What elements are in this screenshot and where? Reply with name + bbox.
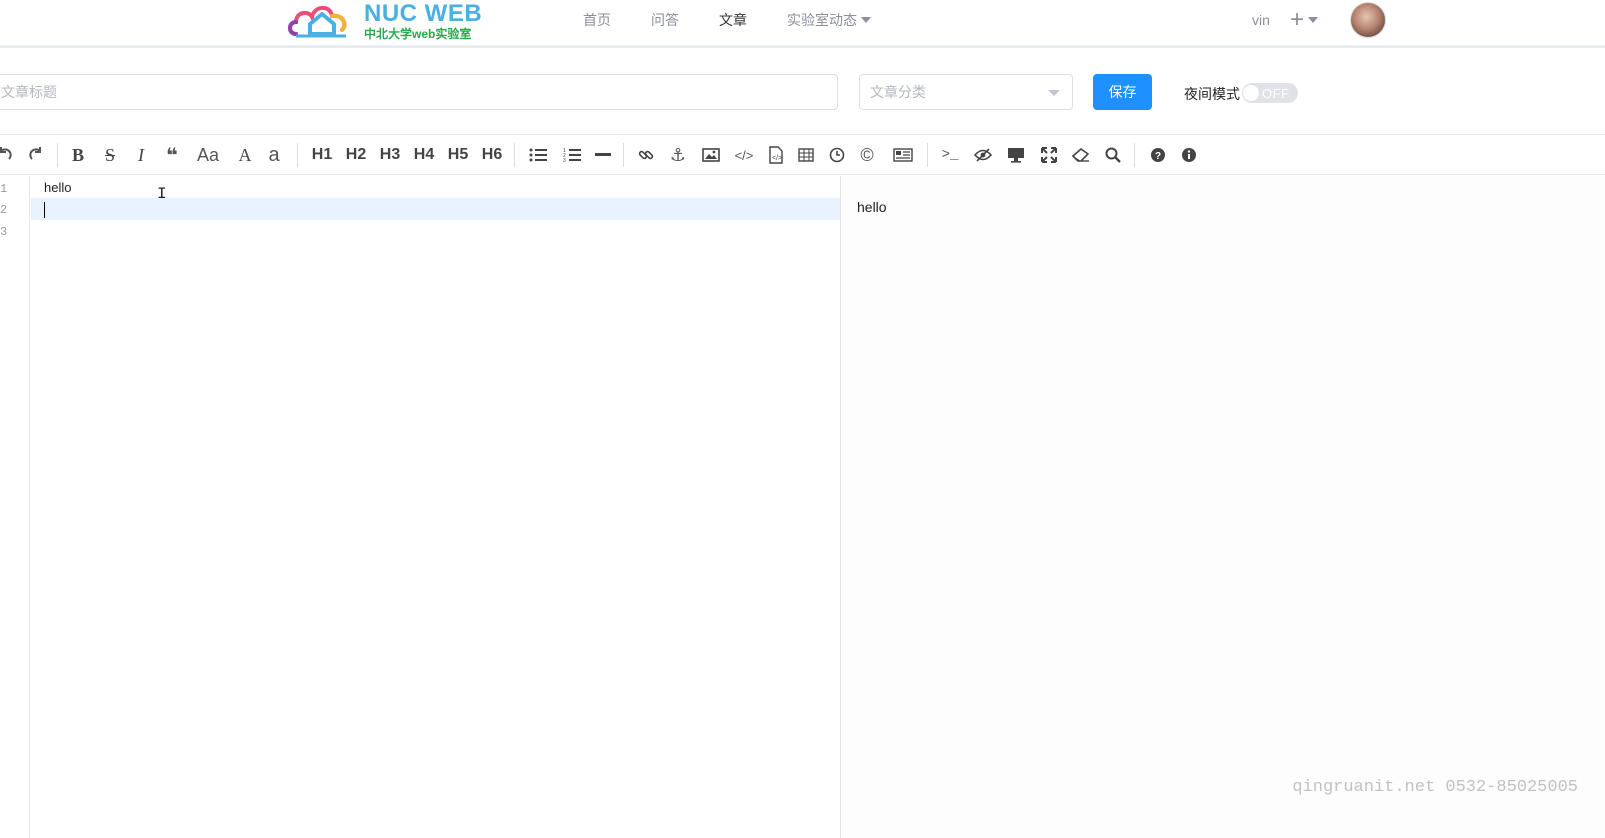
svg-text:3: 3: [563, 158, 566, 163]
top-navbar: NUC WEB 中北大学web实验室 首页 问答 文章 实验室动态 vin +: [0, 0, 1605, 48]
ibeam-cursor-icon: I: [157, 185, 167, 203]
preview-icon[interactable]: [1006, 135, 1026, 175]
info-icon[interactable]: [1180, 135, 1198, 175]
cloud-house-logo-icon: [288, 5, 347, 38]
editor-toolbar: B S I ❝ Aa A a H1 H2 H3 H4 H5 H6 123 ⚓ <…: [0, 135, 1605, 175]
ordered-list-icon[interactable]: 123: [562, 135, 582, 175]
chevron-down-icon: [1308, 17, 1319, 23]
markdown-preview-pane: hello qingruanit.net 0532-85025005: [841, 176, 1605, 838]
line-number-gutter: 1 2 3: [0, 176, 30, 838]
watermark-text: qingruanit.net 0532-85025005: [1292, 778, 1578, 797]
site-logo[interactable]: NUC WEB 中北大学web实验室: [286, 0, 482, 42]
active-line-highlight: [31, 198, 840, 220]
code-line-1[interactable]: hello: [44, 180, 71, 195]
strikethrough-icon[interactable]: S: [100, 135, 120, 175]
heading-2-button[interactable]: H2: [344, 135, 368, 175]
heading-6-button[interactable]: H6: [480, 135, 504, 175]
category-select-placeholder: 文章分类: [870, 84, 926, 100]
toolbar-divider: [927, 143, 928, 167]
heading-5-button[interactable]: H5: [446, 135, 470, 175]
night-mode-label: 夜间模式: [1184, 86, 1240, 102]
main-nav: 首页 问答 文章 实验室动态: [583, 0, 911, 40]
add-menu-button[interactable]: +: [1290, 6, 1319, 33]
inline-code-icon[interactable]: </>: [734, 135, 754, 175]
night-mode-toggle[interactable]: OFF: [1242, 83, 1298, 103]
avatar[interactable]: [1350, 2, 1386, 38]
text-cursor: [44, 202, 45, 218]
html-entities-icon[interactable]: ©: [858, 135, 876, 175]
user-name[interactable]: vin: [1252, 12, 1270, 28]
lowercase-icon[interactable]: a: [266, 135, 282, 175]
article-category-select[interactable]: 文章分类: [859, 74, 1073, 110]
undo-icon[interactable]: [0, 135, 14, 175]
markdown-editor: B S I ❝ Aa A a H1 H2 H3 H4 H5 H6 123 ⚓ <…: [0, 134, 1605, 838]
search-icon[interactable]: [1104, 135, 1122, 175]
bold-icon[interactable]: B: [68, 135, 88, 175]
nav-item-home[interactable]: 首页: [583, 10, 611, 30]
preview-paragraph: hello: [857, 199, 887, 215]
svg-text:?: ?: [1155, 151, 1161, 162]
watch-toggle-icon[interactable]: [973, 135, 993, 175]
nav-item-qa[interactable]: 问答: [651, 10, 679, 30]
image-icon[interactable]: [701, 135, 721, 175]
datetime-icon[interactable]: [828, 135, 846, 175]
nav-item-articles[interactable]: 文章: [719, 10, 747, 30]
uppercase-icon[interactable]: Aa: [194, 135, 222, 175]
pagebreak-icon[interactable]: [892, 135, 914, 175]
link-icon[interactable]: [636, 135, 656, 175]
code-block-icon[interactable]: </>: [768, 135, 784, 175]
line-number: 3: [0, 225, 8, 239]
eraser-icon[interactable]: [1071, 135, 1091, 175]
toolbar-divider: [297, 143, 298, 167]
fullscreen-icon[interactable]: [1039, 135, 1059, 175]
logo-subtitle: 中北大学web实验室: [364, 27, 472, 41]
chevron-down-icon: [861, 17, 871, 23]
toolbar-divider: [57, 143, 58, 167]
logo-title: NUC WEB: [364, 0, 483, 27]
app-root: NUC WEB 中北大学web实验室 首页 问答 文章 实验室动态 vin + …: [0, 0, 1605, 838]
italic-icon[interactable]: I: [131, 135, 151, 175]
chevron-down-icon: [1048, 90, 1060, 96]
line-number: 2: [0, 203, 8, 217]
line-number: 1: [0, 182, 8, 196]
anchor-icon[interactable]: ⚓: [668, 135, 688, 175]
heading-1-button[interactable]: H1: [310, 135, 334, 175]
nav-item-lab-news[interactable]: 实验室动态: [787, 10, 871, 30]
help-icon[interactable]: ?: [1149, 135, 1167, 175]
toolbar-divider: [1134, 143, 1135, 167]
toggle-knob: [1243, 85, 1259, 101]
plus-icon: +: [1290, 6, 1305, 33]
table-icon[interactable]: [797, 135, 815, 175]
horizontal-rule-icon[interactable]: [594, 135, 612, 175]
font-size-icon[interactable]: A: [236, 135, 254, 175]
heading-3-button[interactable]: H3: [378, 135, 402, 175]
redo-icon[interactable]: [26, 135, 46, 175]
quote-icon[interactable]: ❝: [162, 135, 182, 175]
goto-line-icon[interactable]: >_: [940, 135, 960, 175]
nav-item-lab-news-label: 实验室动态: [787, 12, 857, 28]
toolbar-divider: [623, 143, 624, 167]
toggle-state-text: OFF: [1262, 86, 1290, 101]
article-title-input[interactable]: [0, 74, 838, 110]
heading-4-button[interactable]: H4: [412, 135, 436, 175]
markdown-text-area[interactable]: [31, 176, 840, 838]
toolbar-divider: [514, 143, 515, 167]
save-button[interactable]: 保存: [1093, 74, 1152, 110]
unordered-list-icon[interactable]: [528, 135, 548, 175]
svg-text:</>: </>: [772, 155, 782, 162]
